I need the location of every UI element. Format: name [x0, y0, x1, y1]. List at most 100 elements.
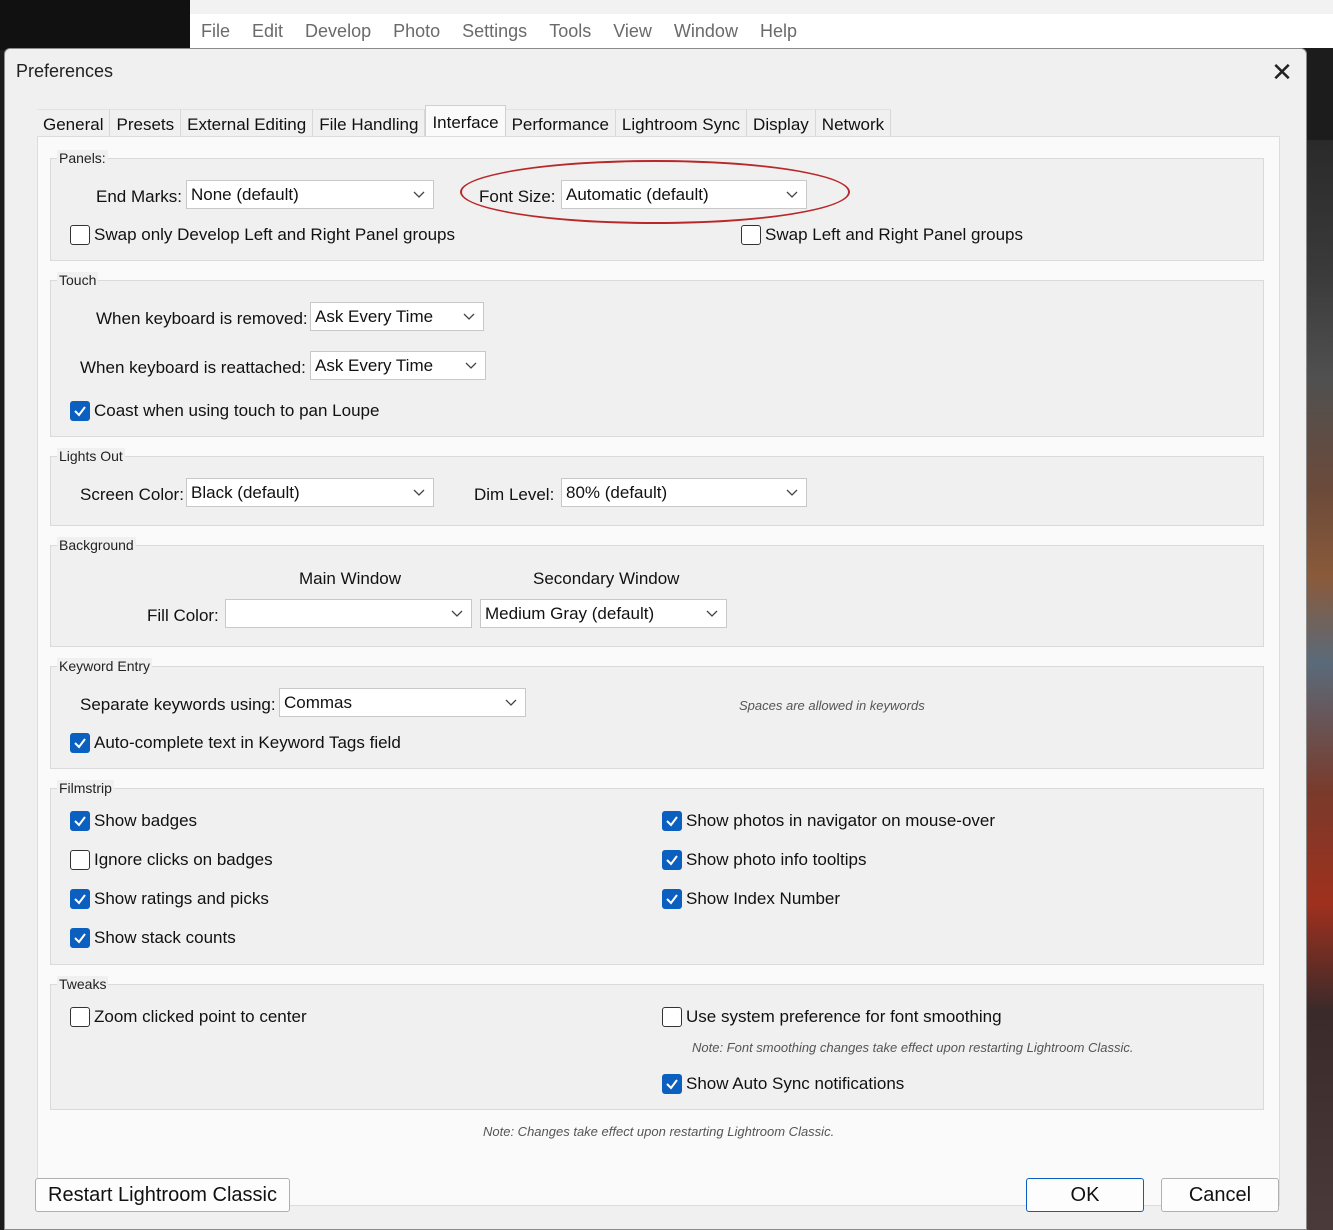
autocomplete-checkbox[interactable]: Auto-complete text in Keyword Tags field: [70, 733, 401, 753]
checkmark-icon: [74, 894, 86, 905]
checkmark-icon: [74, 933, 86, 944]
keyboard-reattached-label: When keyboard is reattached:: [80, 358, 306, 377]
menu-view[interactable]: View: [613, 21, 652, 42]
keyboard-reattached-dropdown[interactable]: Ask Every Time: [310, 351, 486, 380]
checkbox-box: [662, 1074, 682, 1094]
spaces-allowed-note: Spaces are allowed in keywords: [739, 698, 925, 713]
filmstrip-group-label: Filmstrip: [57, 780, 114, 796]
checkmark-icon: [666, 894, 678, 905]
touch-group-label: Touch: [57, 272, 99, 288]
navigator-mouseover-checkbox[interactable]: Show photos in navigator on mouse-over: [662, 811, 995, 831]
separate-keywords-dropdown[interactable]: Commas: [279, 688, 526, 717]
separate-keywords-label: Separate keywords using:: [80, 695, 276, 714]
checkbox-box: [70, 733, 90, 753]
font-smoothing-label: Use system preference for font smoothing: [686, 1007, 1002, 1026]
photo-info-tooltips-label: Show photo info tooltips: [686, 850, 867, 869]
photo-info-tooltips-checkbox[interactable]: Show photo info tooltips: [662, 850, 867, 870]
background-group-label: Background: [57, 537, 136, 553]
show-stack-counts-label: Show stack counts: [94, 928, 236, 947]
checkbox-box: [662, 850, 682, 870]
main-fill-color-dropdown[interactable]: [225, 599, 472, 628]
auto-sync-notifications-label: Show Auto Sync notifications: [686, 1074, 905, 1093]
checkbox-box: [662, 889, 682, 909]
menu-tools[interactable]: Tools: [549, 21, 591, 42]
menu-file[interactable]: File: [201, 21, 230, 42]
secondary-window-heading: Secondary Window: [533, 569, 680, 588]
show-stack-counts-checkbox[interactable]: Show stack counts: [70, 928, 236, 948]
auto-sync-notifications-checkbox[interactable]: Show Auto Sync notifications: [662, 1074, 904, 1094]
checkbox-box: [70, 1007, 90, 1027]
fill-color-label: Fill Color:: [147, 606, 219, 625]
menu-develop[interactable]: Develop: [305, 21, 371, 42]
background-group: [50, 545, 1264, 647]
keyboard-reattached-value: Ask Every Time: [315, 356, 434, 375]
tab-lightroom-sync[interactable]: Lightroom Sync: [615, 109, 748, 137]
show-badges-checkbox[interactable]: Show badges: [70, 811, 197, 831]
swap-lr-checkbox[interactable]: Swap Left and Right Panel groups: [741, 225, 1023, 245]
end-marks-label: End Marks:: [96, 187, 182, 206]
checkbox-box: [70, 225, 90, 245]
background-app-area: [0, 0, 190, 50]
keyword-entry-group-label: Keyword Entry: [57, 658, 153, 674]
tweaks-group-label: Tweaks: [57, 976, 109, 992]
panels-group: [50, 158, 1264, 261]
tab-performance[interactable]: Performance: [505, 109, 616, 137]
dim-level-value: 80% (default): [566, 483, 668, 502]
tab-external-editing[interactable]: External Editing: [181, 109, 314, 137]
checkbox-box: [662, 811, 682, 831]
main-window-heading: Main Window: [299, 569, 402, 588]
tab-presets[interactable]: Presets: [110, 109, 182, 137]
coast-checkbox[interactable]: Coast when using touch to pan Loupe: [70, 401, 379, 421]
show-badges-label: Show badges: [94, 811, 198, 830]
checkbox-box: [662, 1007, 682, 1027]
close-icon[interactable]: ✕: [1267, 57, 1297, 87]
secondary-fill-color-value: Medium Gray (default): [485, 604, 655, 623]
menu-settings[interactable]: Settings: [462, 21, 527, 42]
tab-display[interactable]: Display: [747, 109, 816, 137]
ok-button[interactable]: OK: [1026, 1178, 1144, 1212]
show-index-number-label: Show Index Number: [686, 889, 841, 908]
end-marks-value: None (default): [191, 185, 299, 204]
end-marks-dropdown[interactable]: None (default): [186, 180, 434, 209]
secondary-fill-color-dropdown[interactable]: Medium Gray (default): [480, 599, 727, 628]
restart-lightroom-button[interactable]: Restart Lightroom Classic: [35, 1178, 290, 1212]
show-index-number-checkbox[interactable]: Show Index Number: [662, 889, 840, 909]
font-size-value: Automatic (default): [566, 185, 709, 204]
show-ratings-picks-label: Show ratings and picks: [94, 889, 269, 908]
font-smoothing-checkbox[interactable]: Use system preference for font smoothing: [662, 1007, 1002, 1027]
menu-help[interactable]: Help: [760, 21, 797, 42]
screen-color-label: Screen Color:: [80, 485, 184, 504]
zoom-clicked-point-label: Zoom clicked point to center: [94, 1007, 307, 1026]
chevron-down-icon: [786, 489, 798, 496]
chevron-down-icon: [463, 313, 475, 320]
tab-general[interactable]: General: [37, 109, 111, 137]
menu-edit[interactable]: Edit: [252, 21, 283, 42]
swap-develop-label: Swap only Develop Left and Right Panel g…: [94, 225, 456, 244]
checkbox-box: [741, 225, 761, 245]
restart-note: Note: Changes take effect upon restartin…: [483, 1124, 835, 1139]
show-ratings-picks-checkbox[interactable]: Show ratings and picks: [70, 889, 269, 909]
dialog-title: Preferences: [16, 61, 114, 81]
cancel-button[interactable]: Cancel: [1161, 1178, 1279, 1212]
tab-network[interactable]: Network: [815, 109, 892, 137]
font-size-dropdown[interactable]: Automatic (default): [561, 180, 807, 209]
keyboard-removed-dropdown[interactable]: Ask Every Time: [310, 302, 484, 331]
menu-photo[interactable]: Photo: [393, 21, 440, 42]
coast-label: Coast when using touch to pan Loupe: [94, 401, 380, 420]
keyboard-removed-value: Ask Every Time: [315, 307, 434, 326]
dim-level-dropdown[interactable]: 80% (default): [561, 478, 807, 507]
screen-color-dropdown[interactable]: Black (default): [186, 478, 434, 507]
ignore-clicks-badges-checkbox[interactable]: Ignore clicks on badges: [70, 850, 273, 870]
dim-level-label: Dim Level:: [474, 485, 555, 504]
tab-interface[interactable]: Interface: [425, 105, 506, 136]
font-smoothing-note: Note: Font smoothing changes take effect…: [692, 1040, 1134, 1055]
checkmark-icon: [74, 406, 86, 417]
font-size-label: Font Size:: [479, 187, 556, 206]
swap-develop-checkbox[interactable]: Swap only Develop Left and Right Panel g…: [70, 225, 455, 245]
checkbox-box: [70, 928, 90, 948]
tab-file-handling[interactable]: File Handling: [313, 109, 426, 137]
lights-out-group-label: Lights Out: [57, 448, 125, 464]
menu-window[interactable]: Window: [674, 21, 738, 42]
zoom-clicked-point-checkbox[interactable]: Zoom clicked point to center: [70, 1007, 307, 1027]
swap-lr-label: Swap Left and Right Panel groups: [765, 225, 1024, 244]
